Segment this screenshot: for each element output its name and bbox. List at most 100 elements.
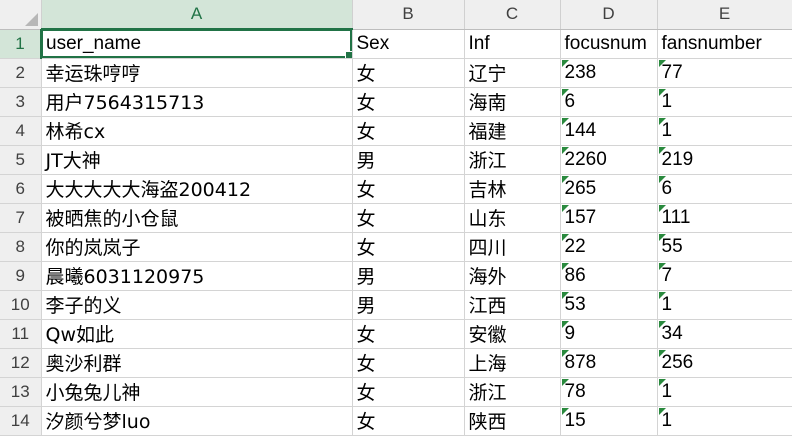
cell-user-name[interactable]: Qw如此 bbox=[41, 319, 353, 349]
cell-fansnumber[interactable]: 256 bbox=[657, 348, 792, 378]
cell-focusnum[interactable]: 53 bbox=[560, 290, 658, 320]
number-as-text-icon[interactable] bbox=[561, 117, 569, 125]
number-as-text-icon[interactable] bbox=[658, 175, 666, 183]
cell-focusnum[interactable]: 265 bbox=[560, 174, 658, 204]
cell-focusnum[interactable]: 78 bbox=[560, 377, 658, 407]
cell-user-name[interactable]: 李子的义 bbox=[41, 290, 353, 320]
number-as-text-icon[interactable] bbox=[658, 291, 666, 299]
row-header[interactable]: 9 bbox=[0, 261, 42, 291]
cell-sex[interactable]: 女 bbox=[352, 174, 465, 204]
number-as-text-icon[interactable] bbox=[561, 146, 569, 154]
cell-focusnum[interactable]: 157 bbox=[560, 203, 658, 233]
number-as-text-icon[interactable] bbox=[658, 349, 666, 357]
cell-focusnum[interactable]: 22 bbox=[560, 232, 658, 262]
number-as-text-icon[interactable] bbox=[561, 262, 569, 270]
column-header-e[interactable]: E bbox=[657, 0, 792, 30]
column-header-a[interactable]: A bbox=[41, 0, 353, 30]
column-header-b[interactable]: B bbox=[352, 0, 465, 30]
row-header[interactable]: 4 bbox=[0, 116, 42, 146]
cell-inf[interactable]: 山东 bbox=[464, 203, 561, 233]
column-header-c[interactable]: C bbox=[464, 0, 561, 30]
cell-user-name[interactable]: JT大神 bbox=[41, 145, 353, 175]
number-as-text-icon[interactable] bbox=[658, 88, 666, 96]
number-as-text-icon[interactable] bbox=[561, 349, 569, 357]
cell-sex[interactable]: 女 bbox=[352, 348, 465, 378]
cell-sex[interactable]: 女 bbox=[352, 232, 465, 262]
cell-inf[interactable]: 江西 bbox=[464, 290, 561, 320]
cell-inf[interactable]: 海外 bbox=[464, 261, 561, 291]
number-as-text-icon[interactable] bbox=[658, 146, 666, 154]
cell-sex[interactable]: 女 bbox=[352, 116, 465, 146]
row-header[interactable]: 14 bbox=[0, 406, 42, 436]
row-header[interactable]: 11 bbox=[0, 319, 42, 349]
number-as-text-icon[interactable] bbox=[658, 204, 666, 212]
number-as-text-icon[interactable] bbox=[561, 59, 569, 67]
cell-fansnumber[interactable]: 1 bbox=[657, 87, 792, 117]
cell-fansnumber[interactable]: 77 bbox=[657, 58, 792, 88]
cell-fansnumber[interactable]: 1 bbox=[657, 377, 792, 407]
row-header[interactable]: 7 bbox=[0, 203, 42, 233]
cell-inf[interactable]: 浙江 bbox=[464, 377, 561, 407]
cell-focusnum[interactable]: 9 bbox=[560, 319, 658, 349]
cell-fansnumber[interactable]: 7 bbox=[657, 261, 792, 291]
cell-inf[interactable]: 福建 bbox=[464, 116, 561, 146]
number-as-text-icon[interactable] bbox=[561, 204, 569, 212]
cell-sex-header[interactable]: Sex bbox=[352, 29, 465, 59]
cell-fansnumber[interactable]: 55 bbox=[657, 232, 792, 262]
cell-user-name[interactable]: 晨曦6031120975 bbox=[41, 261, 353, 291]
cell-focusnum[interactable]: 15 bbox=[560, 406, 658, 436]
number-as-text-icon[interactable] bbox=[561, 175, 569, 183]
number-as-text-icon[interactable] bbox=[658, 320, 666, 328]
number-as-text-icon[interactable] bbox=[561, 88, 569, 96]
cell-inf[interactable]: 吉林 bbox=[464, 174, 561, 204]
cell-focusnum[interactable]: 2260 bbox=[560, 145, 658, 175]
cell-fansnumber[interactable]: 6 bbox=[657, 174, 792, 204]
number-as-text-icon[interactable] bbox=[561, 407, 569, 415]
cell-sex[interactable]: 男 bbox=[352, 290, 465, 320]
cell-inf[interactable]: 辽宁 bbox=[464, 58, 561, 88]
number-as-text-icon[interactable] bbox=[561, 320, 569, 328]
cell-user-name[interactable]: 奥沙利群 bbox=[41, 348, 353, 378]
cell-inf[interactable]: 四川 bbox=[464, 232, 561, 262]
cell-user-name[interactable]: 用户7564315713 bbox=[41, 87, 353, 117]
row-header[interactable]: 3 bbox=[0, 87, 42, 117]
number-as-text-icon[interactable] bbox=[658, 233, 666, 241]
row-header[interactable]: 13 bbox=[0, 377, 42, 407]
row-header[interactable]: 2 bbox=[0, 58, 42, 88]
cell-focusnum[interactable]: 144 bbox=[560, 116, 658, 146]
cell-focusnum[interactable]: 238 bbox=[560, 58, 658, 88]
cell-inf[interactable]: 陕西 bbox=[464, 406, 561, 436]
cell-fansnumber[interactable]: 111 bbox=[657, 203, 792, 233]
number-as-text-icon[interactable] bbox=[561, 378, 569, 386]
number-as-text-icon[interactable] bbox=[658, 378, 666, 386]
cell-user-name[interactable]: 被晒焦的小仓鼠 bbox=[41, 203, 353, 233]
cell-fansnumber[interactable]: 219 bbox=[657, 145, 792, 175]
cell-inf[interactable]: 上海 bbox=[464, 348, 561, 378]
cell-sex[interactable]: 女 bbox=[352, 58, 465, 88]
cell-inf[interactable]: 浙江 bbox=[464, 145, 561, 175]
number-as-text-icon[interactable] bbox=[561, 233, 569, 241]
number-as-text-icon[interactable] bbox=[658, 262, 666, 270]
number-as-text-icon[interactable] bbox=[561, 291, 569, 299]
fill-handle[interactable] bbox=[344, 50, 351, 57]
cell-focusnum[interactable]: 6 bbox=[560, 87, 658, 117]
cell-fansnumber[interactable]: 34 bbox=[657, 319, 792, 349]
cell-sex[interactable]: 女 bbox=[352, 377, 465, 407]
cell-user-name[interactable]: 小兔兔儿神 bbox=[41, 377, 353, 407]
number-as-text-icon[interactable] bbox=[658, 117, 666, 125]
row-header[interactable]: 5 bbox=[0, 145, 42, 175]
cell-sex[interactable]: 女 bbox=[352, 203, 465, 233]
cell-user-name-header[interactable]: user_name bbox=[41, 29, 353, 59]
cell-sex[interactable]: 男 bbox=[352, 145, 465, 175]
cell-user-name[interactable]: 幸运珠哼哼 bbox=[41, 58, 353, 88]
cell-focusnum[interactable]: 878 bbox=[560, 348, 658, 378]
column-header-d[interactable]: D bbox=[560, 0, 658, 30]
cell-user-name[interactable]: 林希cx bbox=[41, 116, 353, 146]
row-header[interactable]: 1 bbox=[0, 29, 42, 59]
number-as-text-icon[interactable] bbox=[658, 407, 666, 415]
row-header[interactable]: 6 bbox=[0, 174, 42, 204]
cell-inf-header[interactable]: Inf bbox=[464, 29, 561, 59]
cell-user-name[interactable]: 你的岚岚子 bbox=[41, 232, 353, 262]
cell-sex[interactable]: 女 bbox=[352, 319, 465, 349]
row-header[interactable]: 10 bbox=[0, 290, 42, 320]
